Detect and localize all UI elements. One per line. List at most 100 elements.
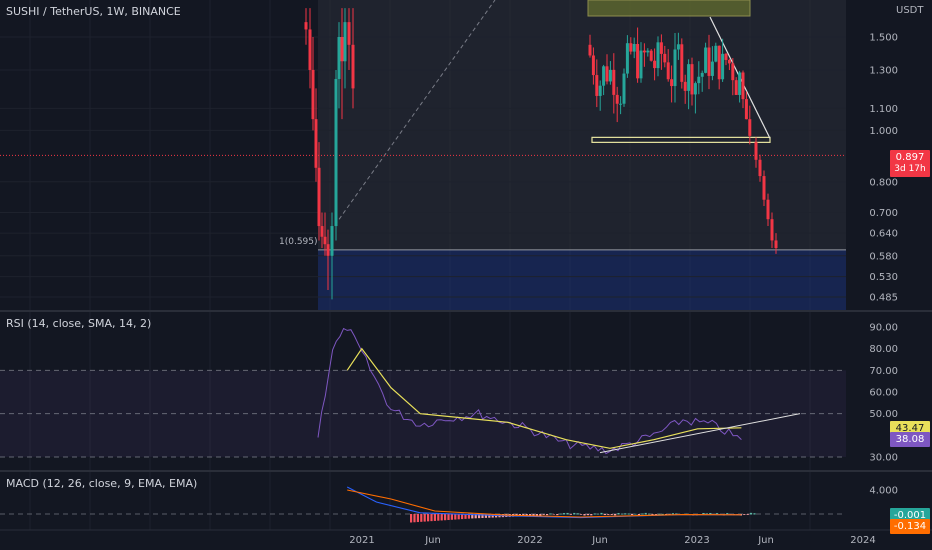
- candle-body: [598, 85, 602, 96]
- macd-hist-bar: [576, 513, 579, 515]
- candle-body: [612, 69, 616, 95]
- macd-hist-bar: [648, 513, 651, 515]
- candle-body: [323, 236, 327, 245]
- candle-body: [642, 50, 646, 53]
- candle-body: [754, 142, 758, 160]
- candle-body: [337, 37, 341, 79]
- macd-hist-bar: [573, 512, 576, 515]
- candle-body: [687, 64, 691, 91]
- rsi-tick-label: 80.00: [869, 344, 898, 355]
- candle-body: [653, 60, 657, 69]
- macd-hist-bar: [566, 512, 569, 515]
- candle-body: [632, 43, 636, 52]
- rsi-tick-label: 90.00: [869, 323, 898, 334]
- price-tick-label: 1.000: [869, 126, 898, 137]
- supply-zone: [587, 0, 751, 17]
- candle-body: [683, 81, 687, 91]
- rsi-badge: 38.08: [890, 432, 930, 447]
- rsi-legend[interactable]: RSI (14, close, SMA, 14, 2): [6, 317, 151, 330]
- price-tick-label: 0.485: [869, 293, 898, 304]
- candle-body: [697, 76, 701, 84]
- rsi-tick-label: 50.00: [869, 409, 898, 420]
- macd-hist-bar: [634, 513, 637, 515]
- macd-hist-bar: [413, 514, 416, 523]
- macd-hist-bar: [658, 513, 661, 515]
- time-axis-label: 2023: [684, 535, 709, 546]
- macd-hist-bar: [627, 513, 630, 515]
- candle-body: [326, 244, 330, 256]
- candle-body: [625, 43, 629, 74]
- price-tick-label: 0.640: [869, 229, 898, 240]
- price-tick-label: 1.500: [869, 33, 898, 44]
- price-tick-label: 0.580: [869, 251, 898, 262]
- candle-body: [676, 44, 680, 50]
- time-axis-label: Jun: [424, 535, 441, 546]
- macd-value: -0.134: [893, 521, 927, 532]
- macd-tick-label: 4.000: [869, 486, 898, 497]
- macd-hist-bar: [433, 514, 436, 521]
- candle-body: [317, 167, 321, 227]
- candle-body: [649, 50, 653, 61]
- price-tick-label: 0.700: [869, 208, 898, 219]
- macd-hist-bar: [444, 514, 447, 521]
- symbol-header: SUSHI / TetherUS, 1W, BINANCE: [6, 5, 181, 18]
- price-tick-label: 1.300: [869, 65, 898, 76]
- fib-zone: [318, 249, 846, 310]
- candle-body: [334, 78, 338, 227]
- candle-body: [608, 69, 612, 82]
- candle-body: [731, 63, 735, 81]
- macd-hist-bar: [753, 513, 756, 515]
- candle-body: [351, 44, 355, 89]
- macd-hist-bar: [607, 514, 610, 515]
- macd-hist-bar: [549, 513, 552, 515]
- candle-body: [758, 159, 762, 177]
- macd-hist-bar: [617, 512, 620, 515]
- candle-body: [704, 47, 708, 73]
- price-tick-label: 1.100: [869, 104, 898, 115]
- macd-hist-bar: [603, 514, 606, 516]
- macd-hist-bar: [450, 514, 453, 520]
- candle-body: [670, 79, 674, 87]
- chart-root[interactable]: 1.500 1.300 1.100 1.000 0.800 0.700 0.640 0.580…: [0, 0, 932, 550]
- candle-body: [308, 29, 312, 70]
- macd-hist-bar: [430, 514, 433, 522]
- macd-hist-bar: [539, 514, 542, 516]
- macd-hist-bar: [743, 514, 746, 515]
- macd-hist-bar: [750, 512, 753, 515]
- macd-hist-bar: [542, 514, 545, 515]
- countdown-badge: 3d 17h: [890, 162, 930, 177]
- macd-hist-bar: [454, 514, 457, 520]
- candle-body: [629, 43, 633, 52]
- candle-body: [659, 42, 663, 54]
- time-axis-label: Jun: [591, 535, 608, 546]
- macd-hist-bar: [590, 514, 593, 516]
- candle-body: [605, 66, 609, 82]
- macd-hist-bar: [620, 513, 623, 515]
- candle-body: [639, 50, 643, 79]
- macd-hist-bar: [597, 513, 600, 515]
- candle-body: [727, 59, 731, 64]
- time-axis-label: 2022: [517, 535, 542, 546]
- candle-body: [766, 199, 770, 220]
- macd-hist-bar: [614, 514, 617, 516]
- macd-hist-bar: [631, 514, 634, 516]
- macd-hist-bar: [447, 514, 450, 521]
- time-axis-label: 2021: [349, 535, 374, 546]
- candle-body: [622, 73, 626, 104]
- macd-hist-bar: [416, 514, 419, 523]
- macd-hist-bar: [644, 512, 647, 515]
- macd-hist-bar: [586, 514, 589, 516]
- macd-hist-bar: [563, 513, 566, 515]
- macd-legend[interactable]: MACD (12, 26, close, 9, EMA, EMA): [6, 477, 197, 490]
- countdown-value: 3d 17h: [894, 164, 926, 174]
- candle-body: [591, 55, 595, 76]
- rsi-tick-label: 30.00: [869, 453, 898, 464]
- macd-hist-bar: [437, 514, 440, 521]
- macd-hist-bar: [552, 514, 555, 515]
- candle-body: [619, 103, 623, 105]
- candle-body: [340, 37, 344, 62]
- candle-body: [744, 99, 748, 120]
- macd-hist-bar: [641, 513, 644, 515]
- candle-body: [330, 226, 334, 256]
- macd-hist-bar: [583, 514, 586, 516]
